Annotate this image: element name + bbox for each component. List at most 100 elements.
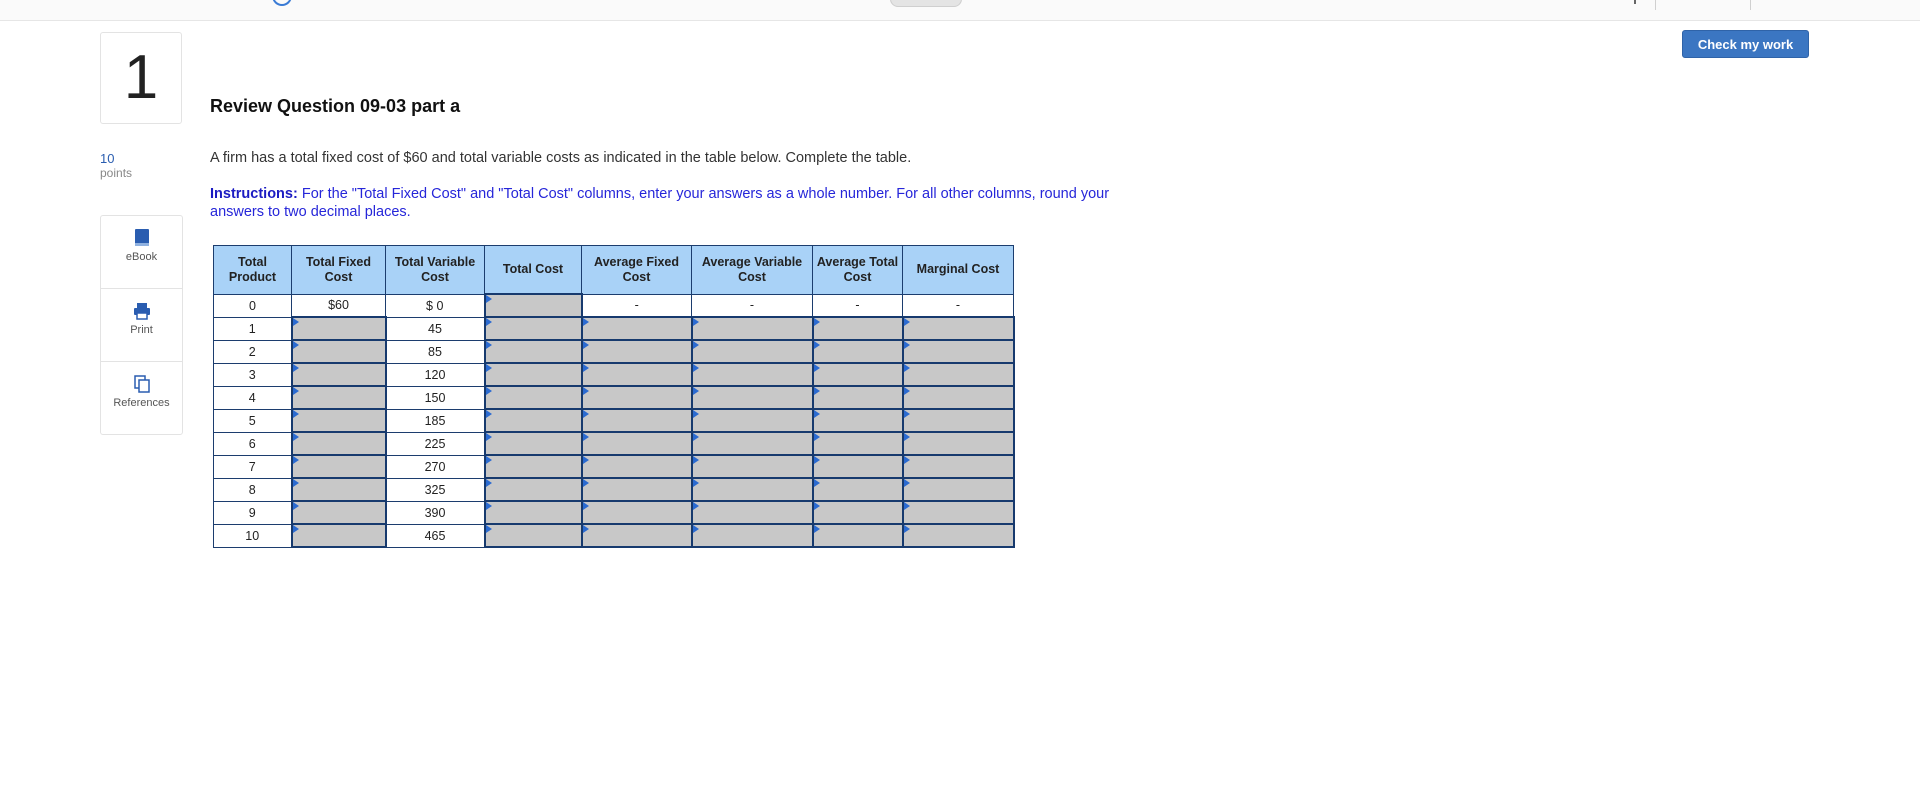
total-cost-input[interactable] bbox=[483, 408, 583, 433]
average-variable-cost-input[interactable] bbox=[690, 362, 814, 387]
total-cost-input[interactable] bbox=[483, 500, 583, 525]
marginal-cost-input[interactable] bbox=[901, 385, 1015, 410]
total-fixed-cost-input[interactable] bbox=[290, 500, 387, 525]
total-fixed-cost-input[interactable] bbox=[290, 477, 387, 502]
average-fixed-cost-cell: - bbox=[581, 293, 692, 318]
marginal-cost-input[interactable] bbox=[901, 316, 1015, 341]
table-row: 1 45 bbox=[213, 316, 1015, 341]
average-total-cost-input[interactable] bbox=[811, 408, 904, 433]
average-fixed-cost-input[interactable] bbox=[580, 500, 693, 525]
average-fixed-cost-input[interactable] bbox=[580, 523, 693, 548]
average-fixed-cost-input[interactable] bbox=[580, 431, 693, 456]
total-product-cell: 1 bbox=[213, 316, 292, 341]
total-fixed-cost-input[interactable] bbox=[290, 339, 387, 364]
average-variable-cost-input[interactable] bbox=[690, 500, 814, 525]
total-fixed-cost-input[interactable] bbox=[290, 408, 387, 433]
total-variable-cost-cell: $ 0 bbox=[385, 293, 485, 318]
total-variable-cost-cell: 225 bbox=[385, 431, 485, 456]
total-cost-input[interactable] bbox=[483, 454, 583, 479]
references-button[interactable]: References bbox=[101, 374, 182, 434]
question-prompt: A firm has a total fixed cost of $60 and… bbox=[210, 150, 912, 166]
marginal-cost-input[interactable] bbox=[901, 477, 1015, 502]
average-total-cost-input[interactable] bbox=[811, 431, 904, 456]
total-variable-cost-cell: 45 bbox=[385, 316, 485, 341]
column-header: Total Fixed Cost bbox=[291, 245, 386, 295]
column-header: Average Fixed Cost bbox=[581, 245, 692, 295]
instructions-label: Instructions: bbox=[210, 186, 298, 202]
average-variable-cost-input[interactable] bbox=[690, 454, 814, 479]
average-fixed-cost-input[interactable] bbox=[580, 385, 693, 410]
total-cost-input[interactable] bbox=[483, 293, 583, 318]
average-total-cost-input[interactable] bbox=[811, 523, 904, 548]
total-cost-input[interactable] bbox=[483, 362, 583, 387]
total-fixed-cost-input[interactable] bbox=[290, 385, 387, 410]
total-product-cell: 4 bbox=[213, 385, 292, 410]
average-total-cost-input[interactable] bbox=[811, 500, 904, 525]
average-total-cost-input[interactable] bbox=[811, 477, 904, 502]
top-bar-divider bbox=[1750, 0, 1751, 10]
total-cost-input[interactable] bbox=[483, 316, 583, 341]
total-fixed-cost-input[interactable] bbox=[290, 362, 387, 387]
progress-ring-icon bbox=[272, 0, 292, 6]
table-row: 8 325 bbox=[213, 477, 1015, 502]
total-product-cell: 5 bbox=[213, 408, 292, 433]
average-variable-cost-input[interactable] bbox=[690, 431, 814, 456]
ebook-button[interactable]: eBook bbox=[101, 228, 182, 289]
marginal-cost-input[interactable] bbox=[901, 362, 1015, 387]
check-my-work-button[interactable]: Check my work bbox=[1682, 30, 1809, 58]
column-header: Marginal Cost bbox=[902, 245, 1014, 295]
total-fixed-cost-input[interactable] bbox=[290, 431, 387, 456]
marginal-cost-input[interactable] bbox=[901, 431, 1015, 456]
average-total-cost-input[interactable] bbox=[811, 362, 904, 387]
average-variable-cost-input[interactable] bbox=[690, 339, 814, 364]
total-cost-input[interactable] bbox=[483, 431, 583, 456]
marginal-cost-input[interactable] bbox=[901, 500, 1015, 525]
top-navigation-bar bbox=[0, 0, 1920, 21]
average-fixed-cost-input[interactable] bbox=[580, 408, 693, 433]
table-header-row: Total Product Total Fixed Cost Total Var… bbox=[213, 245, 1014, 295]
total-fixed-cost-input[interactable] bbox=[290, 454, 387, 479]
total-cost-input[interactable] bbox=[483, 477, 583, 502]
average-total-cost-input[interactable] bbox=[811, 385, 904, 410]
average-total-cost-input[interactable] bbox=[811, 339, 904, 364]
marginal-cost-input[interactable] bbox=[901, 408, 1015, 433]
average-fixed-cost-input[interactable] bbox=[580, 362, 693, 387]
total-cost-input[interactable] bbox=[483, 339, 583, 364]
references-label: References bbox=[113, 397, 170, 409]
top-bar-divider bbox=[1655, 0, 1656, 10]
total-fixed-cost-input[interactable] bbox=[290, 523, 387, 548]
average-variable-cost-input[interactable] bbox=[690, 477, 814, 502]
total-variable-cost-cell: 120 bbox=[385, 362, 485, 387]
marginal-cost-input[interactable] bbox=[901, 339, 1015, 364]
points-label: points bbox=[100, 166, 133, 180]
average-variable-cost-input[interactable] bbox=[690, 316, 814, 341]
average-total-cost-input[interactable] bbox=[811, 316, 904, 341]
marginal-cost-input[interactable] bbox=[901, 523, 1015, 548]
average-fixed-cost-input[interactable] bbox=[580, 339, 693, 364]
question-navigator-tab[interactable] bbox=[890, 0, 962, 7]
average-variable-cost-input[interactable] bbox=[690, 385, 814, 410]
total-variable-cost-cell: 185 bbox=[385, 408, 485, 433]
total-cost-input[interactable] bbox=[483, 523, 583, 548]
print-button[interactable]: Print bbox=[101, 301, 182, 362]
average-variable-cost-input[interactable] bbox=[690, 408, 814, 433]
average-total-cost-input[interactable] bbox=[811, 454, 904, 479]
points-value: 10 bbox=[100, 151, 115, 166]
average-fixed-cost-input[interactable] bbox=[580, 316, 693, 341]
total-fixed-cost-cell: $60 bbox=[291, 293, 386, 318]
top-bar-divider bbox=[1634, 0, 1636, 4]
instructions-text: For the "Total Fixed Cost" and "Total Co… bbox=[210, 186, 1110, 220]
average-variable-cost-cell: - bbox=[691, 293, 813, 318]
book-icon bbox=[134, 229, 149, 246]
total-fixed-cost-input[interactable] bbox=[290, 316, 387, 341]
total-product-cell: 3 bbox=[213, 362, 292, 387]
marginal-cost-input[interactable] bbox=[901, 454, 1015, 479]
average-fixed-cost-input[interactable] bbox=[580, 477, 693, 502]
total-cost-input[interactable] bbox=[483, 385, 583, 410]
total-product-cell: 2 bbox=[213, 339, 292, 364]
average-fixed-cost-input[interactable] bbox=[580, 454, 693, 479]
total-product-cell: 7 bbox=[213, 454, 292, 479]
table-row: 4 150 bbox=[213, 385, 1015, 410]
total-product-cell: 10 bbox=[213, 523, 292, 548]
average-variable-cost-input[interactable] bbox=[690, 523, 814, 548]
